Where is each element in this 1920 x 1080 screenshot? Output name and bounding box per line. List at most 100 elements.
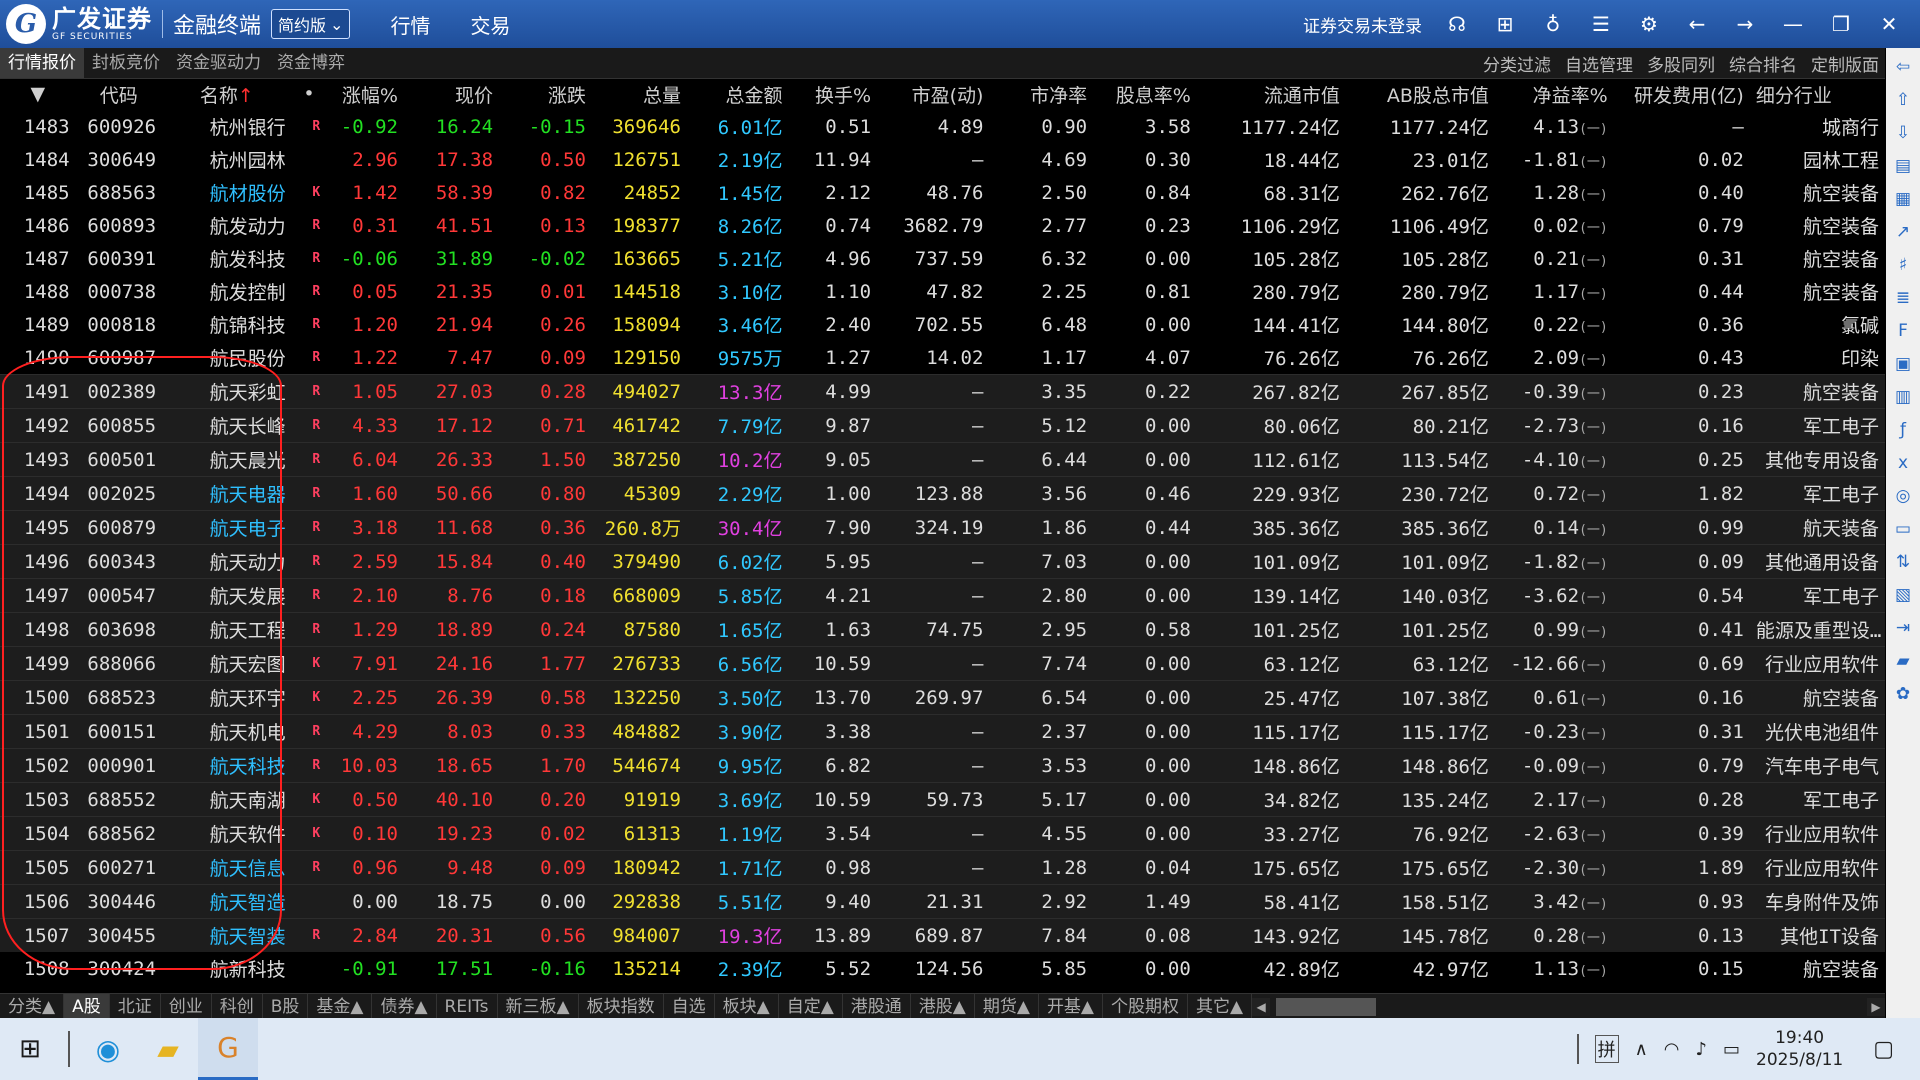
- table-row[interactable]: 1495 600879 航天电子 R 3.18 11.68 0.36 260.8万 30.4亿 7…: [0, 510, 1885, 545]
- stock-name[interactable]: 航锦科技: [162, 308, 292, 341]
- col-industry[interactable]: 细分行业: [1750, 78, 1885, 110]
- market-tab[interactable]: 开基▲: [1039, 994, 1104, 1020]
- news-icon[interactable]: ▥: [1891, 384, 1915, 411]
- col-pe[interactable]: 市盈(动): [877, 78, 989, 110]
- table-row[interactable]: 1502 000901 航天科技 R 10.03 18.65 1.70 544674 9.95亿…: [0, 748, 1885, 783]
- table-row[interactable]: 1503 688552 航天南湖 K 0.50 40.10 0.20 91919 3.69亿 10…: [0, 782, 1885, 817]
- line-chart-icon[interactable]: ↗: [1891, 219, 1915, 246]
- forward-arrow-icon[interactable]: →: [1732, 12, 1758, 36]
- calculator-icon[interactable]: ▧: [1891, 582, 1915, 609]
- stock-code[interactable]: 688552: [75, 782, 163, 817]
- candlestick-icon[interactable]: ♯: [1891, 252, 1915, 279]
- stock-code[interactable]: 600501: [75, 442, 163, 477]
- stock-code[interactable]: 002025: [75, 476, 163, 511]
- stock-code[interactable]: 600391: [76, 242, 162, 275]
- edge-browser-icon[interactable]: ◉: [78, 1018, 138, 1080]
- market-tab[interactable]: 个股期权: [1103, 994, 1189, 1020]
- stock-name[interactable]: 航新科技: [162, 952, 292, 985]
- stock-name[interactable]: 航天动力: [162, 544, 292, 579]
- horizontal-scrollbar[interactable]: [1276, 998, 1377, 1016]
- table-row[interactable]: 1500 688523 航天环宇 K 2.25 26.39 0.58 132250 3.50亿 1…: [0, 680, 1885, 715]
- table-row[interactable]: 1490 600987 航民股份 R 1.22 7.47 0.09 129150 9575万 1.…: [0, 341, 1885, 375]
- stock-code[interactable]: 600893: [76, 209, 162, 242]
- action-custom-layout[interactable]: 定制版面: [1811, 51, 1879, 76]
- stock-code[interactable]: 000547: [75, 578, 163, 613]
- stock-code[interactable]: 600987: [76, 341, 162, 375]
- market-tab[interactable]: 分类▲: [0, 994, 65, 1020]
- stock-code[interactable]: 600343: [75, 544, 163, 579]
- list-icon[interactable]: ☰: [1588, 12, 1614, 36]
- table-row[interactable]: 1493 600501 航天晨光 R 6.04 26.33 1.50 387250 10.2亿 9…: [0, 442, 1885, 477]
- wifi-icon[interactable]: ◠: [1664, 1039, 1680, 1060]
- chevron-up-icon[interactable]: ∧: [1635, 1039, 1648, 1060]
- trend-icon[interactable]: ⇅: [1891, 549, 1915, 576]
- stock-name[interactable]: 航天软件: [162, 816, 292, 851]
- table-row[interactable]: 1486 600893 航发动力 R 0.31 41.51 0.13 198377 8.26亿 0…: [0, 209, 1885, 242]
- stock-code[interactable]: 688562: [75, 816, 163, 851]
- market-tab[interactable]: 创业: [161, 994, 212, 1020]
- stock-name[interactable]: 航天长峰: [162, 408, 292, 443]
- windows-start-icon[interactable]: ⊞: [0, 1018, 60, 1080]
- formula-icon[interactable]: ƒ: [1891, 417, 1915, 444]
- stock-name[interactable]: 航材股份: [162, 176, 292, 209]
- notification-icon[interactable]: ▢: [1873, 1037, 1894, 1062]
- headset-icon[interactable]: ☊: [1444, 12, 1470, 36]
- action-ranking[interactable]: 综合排名: [1729, 51, 1797, 76]
- col-turnover[interactable]: 换手%: [788, 78, 877, 110]
- table-row[interactable]: 1505 600271 航天信息 R 0.96 9.48 0.09 180942 1.71亿 0.…: [0, 850, 1885, 885]
- stock-code[interactable]: 688563: [76, 176, 162, 209]
- down-arrow-icon[interactable]: ⇩: [1891, 120, 1915, 147]
- scroll-left-icon[interactable]: ◀: [1252, 998, 1271, 1016]
- ime-indicator[interactable]: 拼: [1594, 1035, 1619, 1063]
- stock-name[interactable]: 航天工程: [162, 612, 292, 647]
- finance-icon[interactable]: F: [1891, 318, 1915, 345]
- col-name[interactable]: 名称↑: [162, 78, 292, 110]
- stock-code[interactable]: 600151: [75, 714, 163, 749]
- table-row[interactable]: 1497 000547 航天发展 R 2.10 8.76 0.18 668009 5.85亿 4.…: [0, 578, 1885, 613]
- stock-name[interactable]: 航天彩虹: [162, 374, 292, 409]
- gear-flower-icon[interactable]: ✿: [1891, 681, 1915, 708]
- up-arrow-icon[interactable]: ⇧: [1891, 87, 1915, 114]
- stock-name[interactable]: 航天宏图: [162, 646, 292, 681]
- stock-name[interactable]: 航天发展: [162, 578, 292, 613]
- minimize-icon[interactable]: —: [1780, 12, 1806, 36]
- system-clock[interactable]: 19:40 2025/8/11: [1756, 1027, 1843, 1071]
- table-icon[interactable]: ▦: [1891, 186, 1915, 213]
- stock-code[interactable]: 600271: [75, 850, 163, 885]
- folder-icon[interactable]: ▭: [1891, 516, 1915, 543]
- gf-terminal-taskbar-icon[interactable]: G: [198, 1018, 258, 1080]
- close-icon[interactable]: ✕: [1876, 12, 1902, 36]
- table-row[interactable]: 1506 300446 航天智造 0.00 18.75 0.00 292838 5.51亿 9.…: [0, 884, 1885, 919]
- menu-quotes[interactable]: 行情: [390, 10, 430, 39]
- stock-code[interactable]: 600879: [75, 510, 163, 545]
- market-tab[interactable]: 板块指数: [579, 994, 664, 1020]
- stock-code[interactable]: 603698: [75, 612, 163, 647]
- stock-name[interactable]: 航天电子: [162, 510, 292, 545]
- report-icon[interactable]: ▣: [1891, 351, 1915, 378]
- stock-code[interactable]: 000738: [76, 275, 162, 308]
- table-row[interactable]: 1494 002025 航天电器 R 1.60 50.66 0.80 45309 2.29亿 1.…: [0, 476, 1885, 511]
- stock-code[interactable]: 600855: [75, 408, 163, 443]
- col-amount[interactable]: 总金额: [687, 78, 789, 110]
- stock-name[interactable]: 航发科技: [162, 242, 292, 275]
- search-circle-icon[interactable]: ◎: [1891, 483, 1915, 510]
- back-arrow-icon[interactable]: ←: [1684, 12, 1710, 36]
- col-change[interactable]: 涨跌: [499, 78, 592, 110]
- stock-name[interactable]: 航天环宇: [162, 680, 292, 715]
- col-float-cap[interactable]: 流通市值: [1197, 78, 1346, 110]
- fx-icon[interactable]: x: [1891, 450, 1915, 477]
- market-tab[interactable]: 其它▲: [1188, 994, 1253, 1020]
- tab-fund-drive[interactable]: 资金驱动力: [168, 48, 269, 78]
- stock-code[interactable]: 300446: [75, 884, 163, 919]
- stock-name[interactable]: 杭州园林: [162, 143, 292, 176]
- stock-name[interactable]: 航发动力: [162, 209, 292, 242]
- table-row[interactable]: 1507 300455 航天智装 R 2.84 20.31 0.56 984007 19.3亿 1…: [0, 918, 1885, 952]
- stock-name[interactable]: 航天科技: [162, 748, 292, 783]
- market-tab[interactable]: 港股通: [843, 994, 911, 1020]
- table-row[interactable]: 1499 688066 航天宏图 K 7.91 24.16 1.77 276733 6.56亿 1…: [0, 646, 1885, 681]
- table-row[interactable]: 1504 688562 航天软件 K 0.10 19.23 0.02 61313 1.19亿 3.…: [0, 816, 1885, 851]
- restore-icon[interactable]: ❐: [1828, 12, 1854, 36]
- col-pct-change[interactable]: 涨幅%: [326, 78, 404, 110]
- stock-name[interactable]: 杭州银行: [162, 110, 292, 143]
- market-tab[interactable]: 期货▲: [975, 994, 1039, 1020]
